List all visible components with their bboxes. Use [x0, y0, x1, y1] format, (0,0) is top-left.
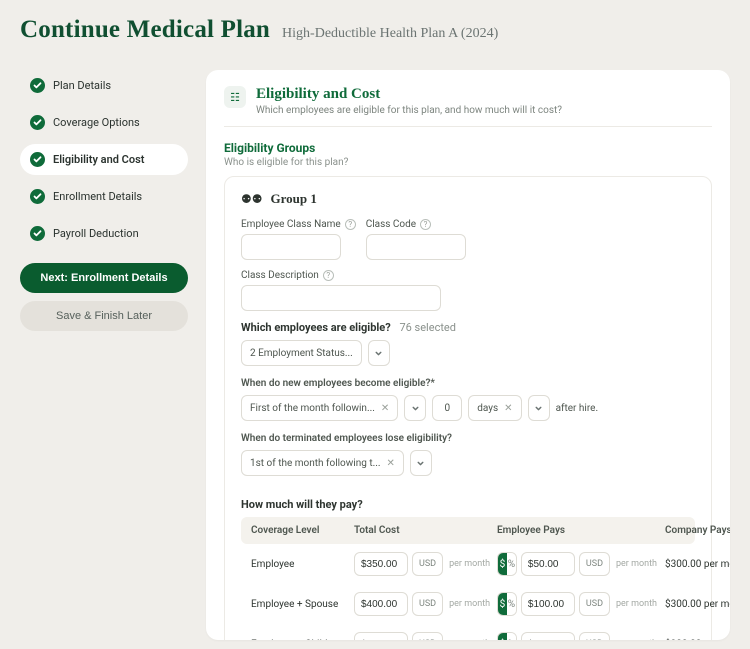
- coverage-level: Employee + Spouse: [251, 599, 346, 610]
- after-hire-text: after hire.: [556, 403, 599, 414]
- step-label: Eligibility and Cost: [53, 153, 144, 166]
- check-circle-icon: [30, 115, 45, 130]
- per-month-text: per month: [616, 559, 657, 569]
- col-coverage-level: Coverage Level: [251, 525, 346, 536]
- new-eligibility-unit-dropdown[interactable]: [528, 395, 550, 421]
- per-month-text: per month: [449, 559, 490, 569]
- dollar-percent-toggle[interactable]: $%: [497, 552, 517, 576]
- new-eligibility-label: When do new employees become eligible?*: [241, 378, 695, 389]
- check-circle-icon: [30, 78, 45, 93]
- currency-unit: USD: [412, 632, 443, 640]
- col-company-pays: Company Pays: [665, 525, 730, 536]
- new-eligibility-rule-dropdown[interactable]: [404, 395, 426, 421]
- coverage-level: Employee + Children: [251, 639, 346, 640]
- col-employee-pays: Employee Pays: [497, 525, 657, 536]
- eligibility-groups-subheading: Who is eligible for this plan?: [224, 157, 712, 168]
- eligible-count: 76 selected: [399, 321, 456, 334]
- currency-unit: USD: [412, 592, 443, 616]
- new-eligibility-unit-chip[interactable]: days ✕: [468, 395, 521, 421]
- cost-question: How much will they pay?: [241, 498, 695, 511]
- class-code-input[interactable]: [366, 234, 466, 260]
- save-finish-later-button[interactable]: Save & Finish Later: [20, 301, 188, 331]
- company-pays-value: $300.00 per month: [665, 559, 730, 570]
- currency-unit: USD: [579, 592, 610, 616]
- total-cost-input[interactable]: [354, 632, 408, 640]
- table-row: Employee + Children USD per month $% USD per …: [241, 624, 695, 640]
- step-label: Plan Details: [53, 79, 111, 92]
- total-cost-input[interactable]: [354, 552, 408, 576]
- percent-option[interactable]: %: [507, 553, 516, 575]
- currency-unit: USD: [579, 632, 610, 640]
- class-code-label: Class Code ?: [366, 219, 466, 230]
- term-eligibility-label: When do terminated employees lose eligib…: [241, 433, 695, 444]
- term-eligibility-rule-chip[interactable]: 1st of the month following t... ✕: [241, 450, 404, 476]
- new-eligibility-rule-chip[interactable]: First of the month followin... ✕: [241, 395, 398, 421]
- step-eligibility-cost[interactable]: Eligibility and Cost: [20, 144, 188, 175]
- per-month-text: per month: [449, 639, 490, 640]
- step-coverage-options[interactable]: Coverage Options: [20, 107, 188, 138]
- close-icon[interactable]: ✕: [387, 458, 395, 469]
- employee-pays-input[interactable]: [521, 632, 575, 640]
- main-panel: ☷ Eligibility and Cost Which employees a…: [206, 70, 730, 640]
- employee-class-name-label: Employee Class Name ?: [241, 219, 356, 230]
- section-subtitle: Which employees are eligible for this pl…: [256, 105, 562, 116]
- eligibility-groups-heading: Eligibility Groups: [224, 141, 712, 155]
- col-total-cost: Total Cost: [354, 525, 489, 536]
- employee-pays-input[interactable]: [521, 552, 575, 576]
- table-row: Employee + Spouse USD per month $% USD per mo…: [241, 584, 695, 624]
- help-icon[interactable]: ?: [323, 270, 334, 281]
- table-row: EmployeeUSDper month$%USDper month$300.0…: [241, 544, 695, 584]
- total-cost-input[interactable]: [354, 592, 408, 616]
- page-subtitle: High-Deductible Health Plan A (2024): [282, 26, 498, 42]
- term-eligibility-rule-dropdown[interactable]: [410, 450, 432, 476]
- close-icon[interactable]: ✕: [381, 403, 389, 414]
- dollar-option[interactable]: $: [498, 633, 507, 640]
- per-month-text: per month: [449, 599, 490, 609]
- employment-status-chip[interactable]: 2 Employment Status...: [241, 340, 362, 366]
- dollar-percent-toggle[interactable]: $%: [497, 592, 517, 616]
- check-circle-icon: [30, 152, 45, 167]
- dollar-option[interactable]: $: [498, 593, 507, 615]
- page-title: Continue Medical Plan: [20, 16, 270, 44]
- help-icon[interactable]: ?: [345, 219, 356, 230]
- next-button[interactable]: Next: Enrollment Details: [20, 263, 188, 293]
- step-plan-details[interactable]: Plan Details: [20, 70, 188, 101]
- class-description-label: Class Description ?: [241, 270, 441, 281]
- coverage-level: Employee: [251, 559, 346, 570]
- company-pays-value: $300.00 per month: [665, 639, 730, 640]
- percent-option[interactable]: %: [507, 593, 516, 615]
- step-label: Enrollment Details: [53, 190, 142, 203]
- cost-table: Coverage Level Total Cost Employee Pays …: [241, 517, 695, 640]
- close-icon[interactable]: ✕: [504, 403, 512, 414]
- group-card: ⚉⚉ Group 1 Employee Class Name ? Class C…: [224, 176, 712, 640]
- step-payroll-deduction[interactable]: Payroll Deduction: [20, 218, 188, 249]
- step-label: Coverage Options: [53, 116, 140, 129]
- eligible-question: Which employees are eligible?: [241, 321, 391, 334]
- group-title: Group 1: [271, 191, 317, 207]
- currency-unit: USD: [579, 552, 610, 576]
- employee-class-name-input[interactable]: [241, 234, 341, 260]
- per-month-text: per month: [616, 599, 657, 609]
- check-circle-icon: [30, 189, 45, 204]
- employment-status-dropdown[interactable]: [368, 340, 390, 366]
- employee-pays-input[interactable]: [521, 592, 575, 616]
- check-circle-icon: [30, 226, 45, 241]
- currency-unit: USD: [412, 552, 443, 576]
- people-icon: ⚉⚉: [241, 192, 263, 206]
- section-title: Eligibility and Cost: [256, 86, 562, 103]
- sliders-icon: ☷: [224, 86, 246, 108]
- class-description-input[interactable]: [241, 285, 441, 311]
- company-pays-value: $300.00 per month: [665, 599, 730, 610]
- dollar-percent-toggle[interactable]: $%: [497, 632, 517, 640]
- step-label: Payroll Deduction: [53, 227, 139, 240]
- dollar-option[interactable]: $: [498, 553, 507, 575]
- step-enrollment-details[interactable]: Enrollment Details: [20, 181, 188, 212]
- per-month-text: per month: [616, 639, 657, 640]
- new-eligibility-count[interactable]: 0: [432, 395, 462, 421]
- percent-option[interactable]: %: [507, 633, 516, 640]
- wizard-sidebar: Plan Details Coverage Options Eligibilit…: [20, 70, 188, 640]
- help-icon[interactable]: ?: [420, 219, 431, 230]
